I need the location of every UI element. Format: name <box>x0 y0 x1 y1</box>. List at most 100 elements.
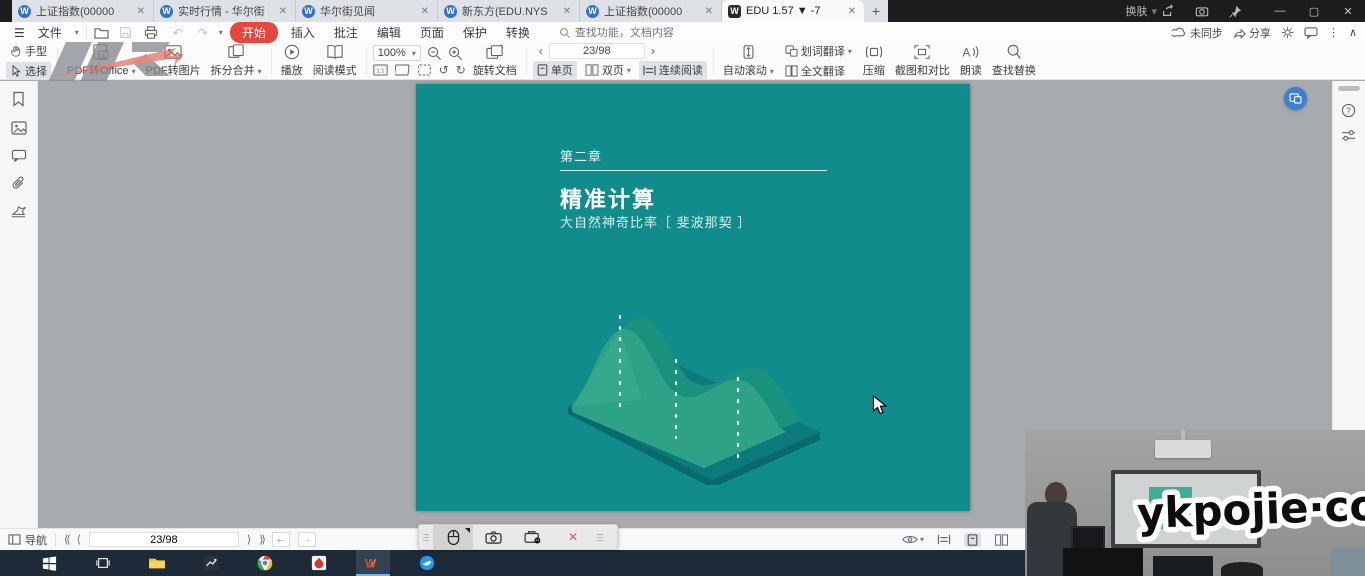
prev-page-button[interactable]: ⟨ <box>77 533 81 546</box>
browser-app-button[interactable] <box>410 550 444 576</box>
prev-page-button[interactable]: ‹ <box>533 44 549 58</box>
tab-close-icon[interactable]: ✕ <box>277 6 289 17</box>
hand-tool[interactable]: 手型 <box>6 42 51 60</box>
feedback-bubble-icon[interactable] <box>1304 27 1318 39</box>
tab-close-icon[interactable]: ✕ <box>561 6 573 17</box>
tab-close-icon[interactable]: ✕ <box>419 6 431 17</box>
save-icon[interactable] <box>119 26 137 39</box>
camera-shot-button[interactable] <box>473 525 513 549</box>
assistant-badge[interactable] <box>1284 87 1307 110</box>
camera-capture-icon[interactable] <box>1195 4 1229 18</box>
split-merge-button[interactable]: 拆分合并 ▾ <box>208 44 265 78</box>
zoom-select[interactable]: 100%▾ <box>373 45 421 61</box>
mouse-mode-button[interactable] <box>433 525 473 549</box>
rotate-doc-button[interactable]: 旋转文档 <box>470 44 520 78</box>
start-button[interactable] <box>32 550 66 576</box>
help-icon[interactable]: ? <box>1341 103 1356 118</box>
hamburger-icon[interactable]: ☰ <box>8 26 31 40</box>
attachments-panel-icon[interactable] <box>11 176 26 191</box>
stamp-panel-icon[interactable] <box>10 205 27 219</box>
skin-label[interactable]: 换肤 <box>1125 3 1147 19</box>
fit-page-icon[interactable] <box>417 64 432 76</box>
redo-icon[interactable]: ↷ <box>194 26 212 40</box>
more-kebab-icon[interactable]: ⋮ <box>1328 26 1339 39</box>
continuous-read-toggle[interactable]: 连续阅读 <box>639 61 707 79</box>
drag-handle[interactable] <box>419 534 433 541</box>
eye-protection-button[interactable]: ▾ <box>902 534 924 545</box>
menu-tab-edit[interactable]: 编辑 <box>371 24 407 41</box>
menu-tab-convert[interactable]: 转换 <box>500 24 536 41</box>
tab-close-icon[interactable]: ✕ <box>703 6 715 17</box>
pin-icon[interactable] <box>1229 5 1263 18</box>
last-page-button[interactable]: ⟩⟩ <box>259 533 264 546</box>
share-action[interactable]: 分享 <box>1233 25 1271 41</box>
continuous-view-button[interactable] <box>934 533 954 546</box>
zoom-out-icon[interactable] <box>427 46 442 61</box>
browser-tab-5[interactable]: W 上证指数(00000 ✕ <box>580 0 722 22</box>
images-panel-icon[interactable] <box>11 121 27 135</box>
settings-sliders-icon[interactable] <box>1341 129 1356 142</box>
history-back-button[interactable]: ← <box>272 532 290 547</box>
double-page-view[interactable]: 双页 ▾ <box>581 61 635 79</box>
pdf-to-office-button[interactable]: W PDF转Office ▾ <box>64 44 139 78</box>
browser-tab-2[interactable]: W 实时行情 - 华尔街 ✕ <box>154 0 296 22</box>
search-box[interactable] <box>559 27 725 39</box>
next-page-button[interactable]: ⟩ <box>247 533 251 546</box>
page-number-input[interactable] <box>549 43 645 59</box>
rotate-right-icon[interactable]: ↻ <box>456 63 466 77</box>
select-tool[interactable]: 选择 <box>6 62 51 80</box>
find-replace-button[interactable]: 查找替换 <box>989 44 1039 78</box>
next-page-button[interactable]: › <box>645 44 661 58</box>
read-aloud-button[interactable]: A 朗读 <box>957 44 985 78</box>
word-translate-button[interactable]: 划词翻译 ▾ <box>781 42 856 60</box>
double-page-view-button[interactable] <box>991 533 1012 547</box>
open-folder-icon[interactable] <box>94 26 112 39</box>
wps-button[interactable]: W∕ <box>356 550 390 576</box>
menu-tab-protect[interactable]: 保护 <box>457 24 493 41</box>
minimize-button[interactable]: — <box>1263 0 1297 22</box>
browser-tab-3[interactable]: W 华尔街见闻 ✕ <box>296 0 438 22</box>
actual-size-icon[interactable]: 1:1 <box>373 64 388 76</box>
collapse-ribbon-icon[interactable]: ∧ <box>1349 26 1357 39</box>
settings-gear-icon[interactable] <box>1281 26 1294 39</box>
menu-tab-insert[interactable]: 插入 <box>285 24 321 41</box>
task-view-button[interactable] <box>86 550 120 576</box>
cards-app-button[interactable] <box>302 550 336 576</box>
restore-button[interactable]: ▢ <box>1297 0 1331 22</box>
compress-button[interactable]: 压缩 <box>860 44 888 78</box>
first-page-button[interactable]: ⟨⟨ <box>64 533 69 546</box>
pdf-to-image-button[interactable]: PDF转图片 <box>143 44 204 78</box>
full-translate-button[interactable]: 全文翻译 <box>781 62 856 80</box>
toolbox-button[interactable] <box>513 525 553 549</box>
undo-icon[interactable]: ↶ <box>169 26 187 40</box>
browser-tab-active[interactable]: W EDU 1.57 ▼ -7 ✕ <box>722 0 864 22</box>
play-button[interactable]: 播放 <box>278 44 306 78</box>
close-button[interactable]: ✕ <box>1331 0 1365 22</box>
read-mode-button[interactable]: 阅读模式 <box>310 44 360 78</box>
menu-tab-start[interactable]: 开始 <box>230 22 278 43</box>
auto-scroll-button[interactable]: 自动滚动 ▾ <box>720 44 777 78</box>
fit-width-icon[interactable] <box>395 64 410 76</box>
menu-tab-annotate[interactable]: 批注 <box>328 24 364 41</box>
single-page-view[interactable]: 单页 <box>533 61 577 79</box>
stock-app-button[interactable] <box>194 550 228 576</box>
nav-panel-toggle[interactable]: 导航 <box>8 532 47 548</box>
rotate-left-icon[interactable]: ↺ <box>439 63 449 77</box>
print-icon[interactable] <box>144 26 162 39</box>
tab-close-icon[interactable]: ✕ <box>846 6 858 17</box>
file-explorer-button[interactable] <box>140 550 174 576</box>
tab-close-icon[interactable]: ✕ <box>135 6 147 17</box>
sync-status[interactable]: 未同步 <box>1172 25 1223 41</box>
history-forward-button[interactable]: → <box>298 532 316 547</box>
drag-handle[interactable] <box>593 534 607 541</box>
file-menu[interactable]: 文件 <box>38 24 68 41</box>
search-input[interactable] <box>575 27 725 39</box>
new-tab-button[interactable]: + <box>864 0 888 22</box>
chrome-button[interactable] <box>248 550 282 576</box>
chevron-down-icon[interactable]: ▾ <box>219 28 223 37</box>
single-page-view-button[interactable] <box>964 533 981 547</box>
comments-panel-icon[interactable] <box>11 149 27 162</box>
close-float-toolbar-button[interactable]: ✕ <box>553 525 593 549</box>
zoom-in-icon[interactable] <box>448 46 463 61</box>
share-window-icon[interactable] <box>1161 4 1195 18</box>
